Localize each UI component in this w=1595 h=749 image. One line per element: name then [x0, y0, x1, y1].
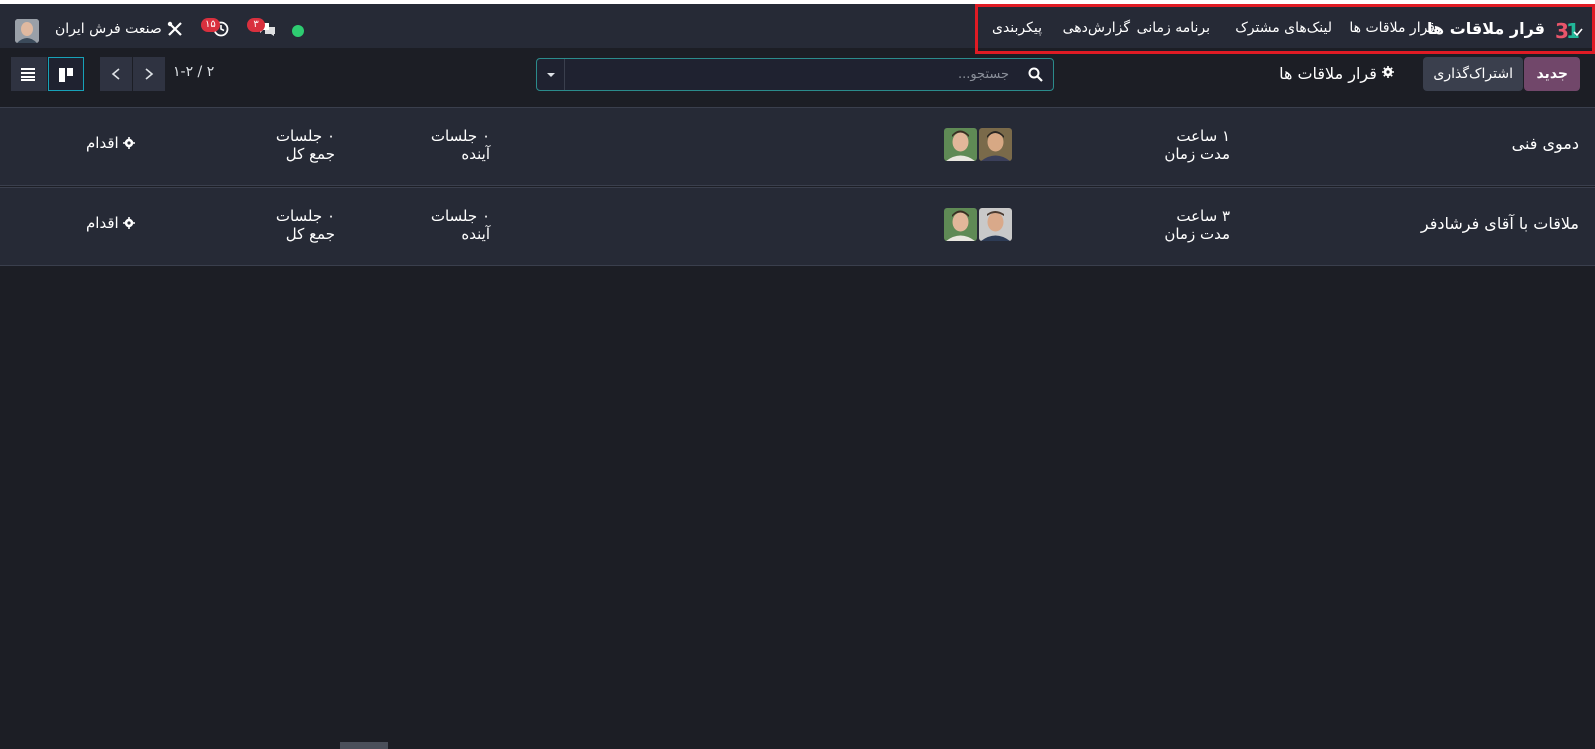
staff-avatar [944, 128, 977, 161]
total-label: جمع کل [285, 225, 335, 243]
menu-schedule[interactable]: برنامه زمانی [1137, 20, 1210, 36]
search-bar[interactable] [536, 58, 1054, 91]
horizontal-scrollbar-thumb[interactable] [340, 742, 388, 749]
staff-avatars [944, 128, 1014, 162]
debug-tools-icon[interactable] [167, 21, 183, 37]
total-label: جمع کل [285, 145, 335, 163]
search-options-toggle[interactable] [537, 59, 565, 90]
user-avatar[interactable] [15, 19, 39, 43]
company-switcher[interactable]: صنعت فرش ایران [55, 21, 162, 37]
action-label: اقدام [86, 214, 119, 232]
breadcrumb-title: قرار ملاقات ها [1279, 64, 1377, 83]
upcoming-label: آینده [461, 145, 490, 163]
list-view-button[interactable] [11, 57, 47, 91]
search-icon [1028, 67, 1043, 82]
gear-icon [122, 137, 135, 149]
app-title[interactable]: قرار ملاقات ها [1427, 19, 1545, 38]
upcoming-stat[interactable]: ۰ جلسات آینده [431, 207, 490, 243]
breadcrumb: قرار ملاقات ها [1279, 64, 1400, 83]
duration-label: مدت زمان [1164, 145, 1230, 163]
staff-avatar [944, 208, 977, 241]
chevron-left-icon [111, 68, 120, 80]
chevron-right-icon [145, 68, 154, 80]
appointment-row[interactable]: دموی فنی ۱ ساعت مدت زمان ۰ جلسات آینده ۰… [0, 107, 1595, 186]
appointment-name[interactable]: ملاقات با آقای فرشادفر [1421, 214, 1579, 233]
menu-configuration[interactable]: پیکربندی [992, 20, 1042, 36]
upcoming-label: آینده [461, 225, 490, 243]
staff-avatar [979, 128, 1012, 161]
menu-appointments[interactable]: قرار ملاقات ها [1349, 20, 1435, 36]
duration-stat: ۳ ساعت مدت زمان [1164, 207, 1230, 243]
share-button[interactable]: اشتراک‌گذاری [1423, 57, 1523, 91]
duration-label: مدت زمان [1164, 225, 1230, 243]
menu-reporting[interactable]: گزارش‌دهی [1063, 20, 1130, 36]
action-menu[interactable]: اقدام [86, 214, 135, 232]
chat-badge: ۳ [247, 18, 265, 32]
menu-shared-links[interactable]: لینک‌های مشترک [1235, 20, 1332, 36]
svg-text:1: 1 [1566, 19, 1580, 42]
total-stat[interactable]: ۰ جلسات جمع کل [276, 207, 335, 243]
staff-avatars [944, 208, 1014, 242]
pager-previous-button[interactable] [100, 57, 132, 91]
upcoming-value: ۰ جلسات [430, 207, 490, 225]
list-icon [21, 68, 35, 81]
appointment-row[interactable]: ملاقات با آقای فرشادفر ۳ ساعت مدت زمان ۰… [0, 187, 1595, 266]
presence-status-dot [292, 25, 304, 37]
new-button[interactable]: جدید [1524, 57, 1580, 91]
gear-icon [122, 217, 135, 229]
staff-avatar [979, 208, 1012, 241]
search-input[interactable] [569, 59, 1009, 90]
activity-badge: ۱۵ [201, 18, 220, 32]
upcoming-stat[interactable]: ۰ جلسات آینده [431, 127, 490, 163]
duration-value: ۱ ساعت [1176, 127, 1230, 145]
upcoming-value: ۰ جلسات [430, 127, 490, 145]
total-stat[interactable]: ۰ جلسات جمع کل [276, 127, 335, 163]
action-menu[interactable]: اقدام [86, 134, 135, 152]
duration-value: ۳ ساعت [1176, 207, 1230, 225]
action-label: اقدام [86, 134, 119, 152]
appointment-app-logo-icon[interactable]: 3 1 [1555, 18, 1583, 42]
caret-down-icon [547, 73, 555, 77]
pager-next-button[interactable] [133, 57, 165, 91]
duration-stat: ۱ ساعت مدت زمان [1164, 127, 1230, 163]
main-navbar: 3 1 قرار ملاقات ها قرار ملاقات ها لینک‌ه… [0, 4, 1595, 54]
kanban-view-button[interactable] [48, 57, 84, 91]
total-value: ۰ جلسات [275, 127, 335, 145]
settings-gear-icon[interactable] [1382, 66, 1394, 78]
pager-value[interactable]: ۱-۲ / ۲ [173, 64, 214, 80]
total-value: ۰ جلسات [275, 207, 335, 225]
kanban-icon [59, 68, 73, 82]
appointment-name[interactable]: دموی فنی [1512, 134, 1579, 153]
